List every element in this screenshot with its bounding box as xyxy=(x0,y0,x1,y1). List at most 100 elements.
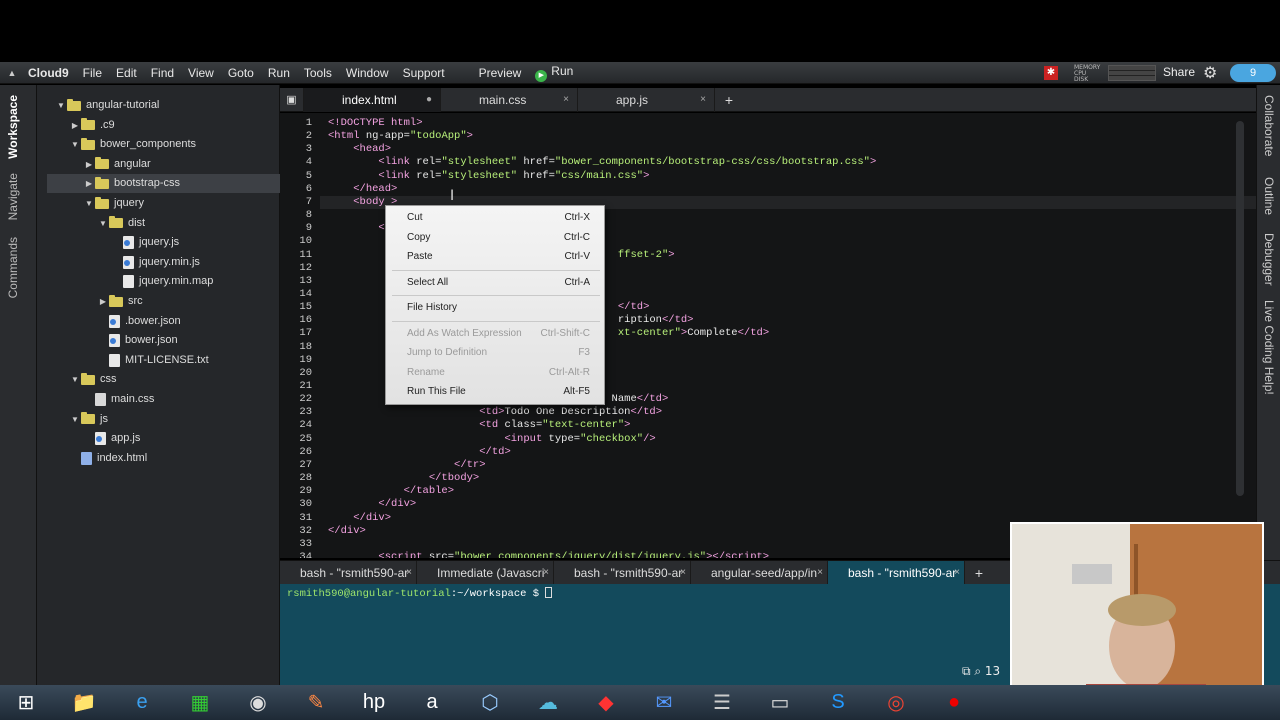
new-terminal-button[interactable]: + xyxy=(965,561,993,585)
menu-find[interactable]: Find xyxy=(144,66,181,80)
tree-item-jquery[interactable]: ▼ jquery xyxy=(83,194,144,213)
code-line[interactable]: </tr> xyxy=(328,459,486,472)
menu-view[interactable]: View xyxy=(181,66,221,80)
file-explorer-icon[interactable]: 📁 xyxy=(62,686,106,719)
cloud-icon[interactable]: ☁ xyxy=(526,686,570,719)
chevron-down-icon[interactable]: ▼ xyxy=(55,96,67,115)
code-line[interactable]: <td>Todo One Description</td> xyxy=(328,406,662,419)
code-line[interactable]: </tbody> xyxy=(328,472,479,485)
context-item-paste[interactable]: Paste Ctrl-V xyxy=(386,247,604,266)
close-icon[interactable]: × xyxy=(563,88,569,112)
tree-item-bootstrap-css[interactable]: ▶ bootstrap-css xyxy=(83,174,180,193)
camera-icon[interactable]: ◉ xyxy=(236,686,280,719)
chevron-down-icon[interactable]: ▼ xyxy=(69,410,81,429)
tree-item-css[interactable]: ▼ css xyxy=(69,370,117,389)
menu-window[interactable]: Window xyxy=(339,66,396,80)
context-item-select-all[interactable]: Select All Ctrl-A xyxy=(386,273,604,292)
windows-start-icon[interactable]: ⊞ xyxy=(4,686,48,719)
terminal-tab[interactable]: bash - "rsmith590-ar × xyxy=(280,561,417,585)
tab-main-css[interactable]: main.css × xyxy=(441,88,578,112)
code-line[interactable]: <input type="checkbox"/> xyxy=(328,433,655,446)
terminal-tab[interactable]: bash - "rsmith590-ar × xyxy=(554,561,691,585)
code-line[interactable]: </div> xyxy=(328,498,416,511)
new-tab-button[interactable]: + xyxy=(715,88,743,112)
menu-cloud9[interactable]: Cloud9 xyxy=(24,66,76,80)
close-icon[interactable]: × xyxy=(700,88,706,112)
terminal-tab[interactable]: bash - "rsmith590-ar × xyxy=(828,561,965,585)
paint-icon[interactable]: ✎ xyxy=(294,686,338,719)
dropdown-arrow-icon[interactable]: ▲ xyxy=(0,68,24,78)
hp-icon[interactable]: hp xyxy=(352,686,396,719)
tree-item-main-css[interactable]: main.css xyxy=(83,390,154,409)
terminal-tab[interactable]: Immediate (Javascri × xyxy=(417,561,554,585)
tab-commands[interactable]: Commands xyxy=(6,237,20,298)
chevron-down-icon[interactable]: ▼ xyxy=(69,135,81,154)
code-line[interactable]: <html ng-app="todoApp"> xyxy=(328,130,473,143)
menu-goto[interactable]: Goto xyxy=(221,66,261,80)
tab-collaborate[interactable]: Collaborate xyxy=(1262,95,1276,156)
record-icon[interactable]: ● xyxy=(932,686,976,719)
notification-badge[interactable]: 9 xyxy=(1230,64,1276,82)
thunderbird-icon[interactable]: ✉ xyxy=(642,686,686,719)
close-icon[interactable]: × xyxy=(680,561,686,585)
tree-item--bower-json[interactable]: .bower.json xyxy=(97,312,181,331)
tree-item-index-html[interactable]: index.html xyxy=(69,449,147,468)
context-item-file-history[interactable]: File History xyxy=(386,298,604,317)
code-line[interactable]: </div> xyxy=(328,525,366,538)
context-item-run-this-file[interactable]: Run This File Alt-F5 xyxy=(386,382,604,401)
tree-item-src[interactable]: ▶ src xyxy=(97,292,143,311)
chevron-right-icon[interactable]: ▶ xyxy=(83,174,95,193)
code-line[interactable]: </td> xyxy=(328,446,511,459)
context-item-cut[interactable]: Cut Ctrl-X xyxy=(386,208,604,227)
tab-index-html[interactable]: index.html ● xyxy=(304,88,441,112)
amazon-icon[interactable]: a xyxy=(410,686,454,719)
terminal-tab[interactable]: angular-seed/app/in × xyxy=(691,561,828,585)
chevron-down-icon[interactable]: ▼ xyxy=(83,194,95,213)
code-line[interactable]: <head> xyxy=(328,143,391,156)
close-icon[interactable]: × xyxy=(954,561,960,585)
tab-workspace[interactable]: Workspace xyxy=(6,95,20,159)
code-line[interactable]: <td class="text-center"> xyxy=(328,419,630,432)
tab-debugger[interactable]: Debugger xyxy=(1262,233,1276,286)
chevron-down-icon[interactable]: ▼ xyxy=(97,214,109,233)
code-line[interactable]: <script src="bower_components/jquery/dis… xyxy=(328,551,769,558)
close-icon[interactable]: × xyxy=(406,561,412,585)
tree-item-dist[interactable]: ▼ dist xyxy=(97,214,145,233)
tree-item--c9[interactable]: ▶ .c9 xyxy=(69,116,115,135)
editor-scrollbar[interactable] xyxy=(1236,121,1244,496)
code-line[interactable]: <!DOCTYPE html> xyxy=(328,117,423,130)
tree-item-jquery-min-js[interactable]: jquery.min.js xyxy=(111,253,200,272)
unsaved-dot-icon[interactable]: ● xyxy=(426,88,432,112)
preview-button[interactable]: Preview xyxy=(472,66,529,80)
git-icon[interactable]: ◆ xyxy=(584,686,628,719)
chevron-right-icon[interactable]: ▶ xyxy=(69,116,81,135)
menu-run[interactable]: Run xyxy=(261,66,297,80)
run-button[interactable]: ▶ Run xyxy=(528,64,580,82)
tree-item-bower-components[interactable]: ▼ bower_components xyxy=(69,135,196,154)
chevron-down-icon[interactable]: ▼ xyxy=(69,370,81,389)
menu-support[interactable]: Support xyxy=(396,66,452,80)
tab-navigate[interactable]: Navigate xyxy=(6,173,20,220)
skype-icon[interactable]: S xyxy=(816,686,860,719)
tab-app-js[interactable]: app.js × xyxy=(578,88,715,112)
notification-icon[interactable]: ✱ xyxy=(1044,66,1058,80)
tree-item-js[interactable]: ▼ js xyxy=(69,410,108,429)
context-item-copy[interactable]: Copy Ctrl-C xyxy=(386,228,604,247)
terminal-controls-icon[interactable]: ⧉ ⌕ 13 xyxy=(962,664,1000,679)
gear-icon[interactable]: ⚙ xyxy=(1203,63,1217,83)
code-line[interactable]: <link rel="stylesheet" href="css/main.cs… xyxy=(328,170,649,183)
tree-item-app-js[interactable]: app.js xyxy=(83,429,140,448)
tree-item-jquery-js[interactable]: jquery.js xyxy=(111,233,179,252)
panel-menu-icon[interactable]: ▣ xyxy=(280,88,304,112)
code-line[interactable]: </div> xyxy=(328,512,391,525)
chevron-right-icon[interactable]: ▶ xyxy=(83,155,95,174)
chrome-icon[interactable]: ◎ xyxy=(874,686,918,719)
tree-item-angular[interactable]: ▶ angular xyxy=(83,155,151,174)
code-line[interactable]: < xyxy=(328,222,384,235)
close-icon[interactable]: × xyxy=(543,561,549,585)
internet-explorer-icon[interactable]: e xyxy=(120,686,164,719)
menu-file[interactable]: File xyxy=(76,66,109,80)
menu-edit[interactable]: Edit xyxy=(109,66,144,80)
tree-item-mit-license-txt[interactable]: MIT-LICENSE.txt xyxy=(97,351,209,370)
tab-live-coding-help[interactable]: Live Coding Help! xyxy=(1262,300,1276,395)
